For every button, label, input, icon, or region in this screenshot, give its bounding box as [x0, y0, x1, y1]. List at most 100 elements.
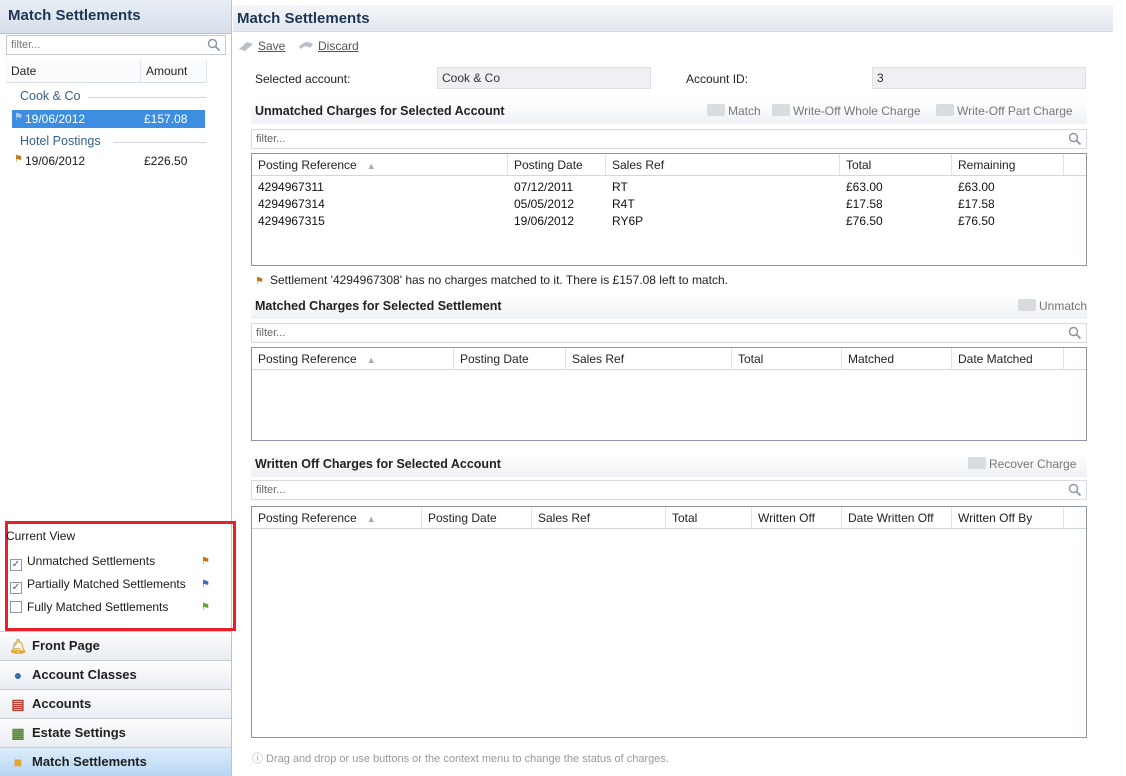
- column-header-written-off[interactable]: Written Off: [752, 507, 842, 528]
- nav-estate-settings[interactable]: ▦ Estate Settings: [0, 718, 231, 747]
- write-off-part-button[interactable]: Write-Off Part Charge: [936, 104, 1073, 118]
- save-icon: [239, 42, 253, 51]
- column-header-total[interactable]: Total: [666, 507, 752, 528]
- cell-total: £76.50: [846, 214, 883, 228]
- column-header-remaining[interactable]: Remaining: [952, 154, 1064, 175]
- option-label: Fully Matched Settlements: [27, 600, 169, 614]
- grid-header: Posting Reference ▲ Posting Date Sales Re…: [252, 154, 1086, 176]
- column-header-posting-reference[interactable]: Posting Reference ▲: [252, 348, 454, 369]
- table-row[interactable]: 4294967311 07/12/2011 RT £63.00 £63.00: [252, 180, 1086, 197]
- written-off-section-header: Written Off Charges for Selected Account…: [251, 453, 1087, 477]
- settlement-row-selected[interactable]: ⚑ 19/06/2012 £157.08: [12, 110, 205, 128]
- column-label: Posting Reference: [258, 352, 357, 366]
- column-header-posting-date[interactable]: Posting Date: [508, 154, 606, 175]
- matched-section-header: Matched Charges for Selected Settlement …: [251, 295, 1087, 319]
- option-label: Unmatched Settlements: [27, 554, 156, 568]
- filter-placeholder: filter...: [256, 327, 286, 339]
- settlement-filter-input[interactable]: filter...: [6, 35, 226, 55]
- column-header-posting-reference[interactable]: Posting Reference ▲: [252, 154, 508, 175]
- cell-sales-ref: R4T: [612, 197, 635, 211]
- nav-front-page[interactable]: 🔔︎ Front Page: [0, 631, 231, 660]
- match-button[interactable]: Match: [707, 104, 761, 118]
- cell-posting-date: 07/12/2011: [514, 180, 574, 194]
- filter-placeholder: filter...: [256, 484, 286, 496]
- search-icon[interactable]: [207, 38, 221, 52]
- write-off-whole-button[interactable]: Write-Off Whole Charge: [772, 104, 921, 118]
- discard-button[interactable]: Discard: [297, 39, 359, 53]
- view-option-fully-matched[interactable]: Fully Matched Settlements: [10, 600, 210, 618]
- search-icon[interactable]: [1068, 326, 1082, 340]
- grid-header: Posting Reference ▲ Posting Date Sales Re…: [252, 507, 1086, 529]
- view-option-partially-matched[interactable]: ✓ Partially Matched Settlements: [10, 577, 210, 595]
- filter-placeholder: filter...: [256, 133, 286, 145]
- info-icon: ⓘ: [252, 753, 263, 765]
- unmatched-charges-grid: Posting Reference ▲ Posting Date Sales Re…: [251, 153, 1087, 266]
- column-header-date-written-off[interactable]: Date Written Off: [842, 507, 952, 528]
- nav-accounts[interactable]: ▤ Accounts: [0, 689, 231, 718]
- section-title: Matched Charges for Selected Settlement: [255, 299, 502, 313]
- nav-account-classes[interactable]: ● Account Classes: [0, 660, 231, 689]
- button-label: Match: [728, 104, 761, 118]
- written-off-filter-input[interactable]: filter...: [251, 480, 1087, 500]
- matched-filter-input[interactable]: filter...: [251, 323, 1087, 343]
- search-icon[interactable]: [1068, 132, 1082, 146]
- column-header-posting-date[interactable]: Posting Date: [422, 507, 532, 528]
- unmatch-icon: [1018, 299, 1036, 311]
- unmatched-filter-input[interactable]: filter...: [251, 129, 1087, 149]
- checkbox-unchecked[interactable]: [10, 601, 22, 613]
- checkbox-checked[interactable]: ✓: [10, 582, 22, 594]
- column-header-amount[interactable]: Amount: [141, 60, 207, 82]
- column-header-posting-reference[interactable]: Posting Reference ▲: [252, 507, 422, 528]
- column-header-sales-ref[interactable]: Sales Ref: [606, 154, 840, 175]
- group-header-account: Hotel Postings: [20, 134, 101, 148]
- section-title: Written Off Charges for Selected Account: [255, 457, 501, 471]
- view-option-unmatched[interactable]: ✓ Unmatched Settlements: [10, 554, 210, 572]
- column-header-posting-date[interactable]: Posting Date: [454, 348, 566, 369]
- column-header-date-matched[interactable]: Date Matched: [952, 348, 1064, 369]
- bell-icon: 🔔︎: [9, 638, 27, 654]
- sort-ascending-icon: ▲: [366, 161, 376, 171]
- discard-label: Discard: [318, 39, 359, 53]
- column-header-sales-ref[interactable]: Sales Ref: [532, 507, 666, 528]
- current-view-title: Current View: [6, 529, 76, 543]
- column-header-sales-ref[interactable]: Sales Ref: [566, 348, 732, 369]
- column-header-total[interactable]: Total: [840, 154, 952, 175]
- column-label: Posting Reference: [258, 511, 357, 525]
- cell-total: £17.58: [846, 197, 883, 211]
- sort-ascending-icon: ▲: [366, 514, 376, 524]
- flag-icon: ⚑: [14, 112, 23, 123]
- left-pane-title: Match Settlements: [0, 0, 231, 34]
- unmatch-button[interactable]: Unmatch: [1018, 299, 1087, 313]
- estate-icon: ▦: [11, 725, 25, 741]
- table-row[interactable]: 4294967315 19/06/2012 RY6P £76.50 £76.50: [252, 214, 1086, 231]
- cell-posting-reference: 4294967315: [258, 214, 325, 228]
- flag-icon: ⚑: [201, 602, 210, 613]
- nav-match-settlements[interactable]: ■ Match Settlements: [0, 747, 231, 776]
- nav-label: Match Settlements: [32, 754, 147, 769]
- toolbar: Save Discard: [233, 35, 1113, 59]
- column-header-written-off-by[interactable]: Written Off By: [952, 507, 1064, 528]
- column-header-date[interactable]: Date: [6, 60, 141, 82]
- selected-account-field: Cook & Co: [437, 67, 651, 89]
- match-icon: [707, 104, 725, 116]
- selected-account-label: Selected account:: [255, 72, 351, 86]
- match-icon: ■: [13, 754, 23, 770]
- ledger-icon: ▤: [11, 696, 25, 712]
- recover-charge-button[interactable]: Recover Charge: [968, 457, 1076, 471]
- checkbox-checked[interactable]: ✓: [10, 559, 22, 571]
- cell-posting-reference: 4294967311: [258, 180, 324, 194]
- cell-sales-ref: RY6P: [612, 214, 644, 228]
- table-row[interactable]: 4294967314 05/05/2012 R4T £17.58 £17.58: [252, 197, 1086, 214]
- column-header-matched[interactable]: Matched: [842, 348, 952, 369]
- written-off-charges-grid: Posting Reference ▲ Posting Date Sales Re…: [251, 506, 1087, 738]
- flag-icon: ⚑: [201, 579, 210, 590]
- column-header-total[interactable]: Total: [732, 348, 842, 369]
- group-divider: [88, 97, 206, 98]
- flag-icon: ⚑: [201, 556, 210, 567]
- settlement-row[interactable]: ⚑ 19/06/2012 £226.50: [12, 152, 205, 170]
- save-button[interactable]: Save: [237, 39, 285, 53]
- search-icon[interactable]: [1068, 483, 1082, 497]
- account-id-label: Account ID:: [686, 72, 749, 86]
- discard-icon: [299, 42, 313, 49]
- settlement-grid-header: Date Amount: [6, 60, 207, 83]
